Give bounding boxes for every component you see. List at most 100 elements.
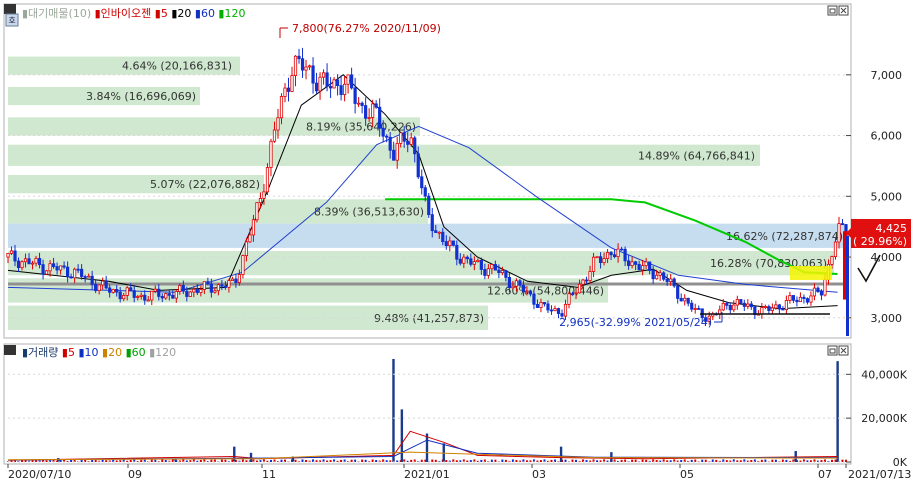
candle-body — [437, 231, 441, 234]
candle-body — [101, 280, 105, 286]
price-tick-label: 3,000 — [871, 312, 903, 325]
volume-bar — [326, 460, 329, 462]
candle-body — [199, 289, 203, 293]
candle-body — [767, 306, 771, 311]
candle-body — [272, 129, 277, 142]
volume-maximize-button[interactable] — [827, 345, 838, 356]
candle-body — [171, 294, 175, 299]
candle-body — [802, 296, 806, 299]
candle-body — [209, 283, 213, 293]
volume-bar — [655, 460, 658, 462]
candle-body — [409, 137, 413, 145]
candle-body — [80, 268, 84, 277]
maximize-button[interactable] — [827, 5, 838, 16]
candle-body — [399, 132, 403, 144]
date-tick-label: 03 — [532, 468, 546, 481]
current-price-change: ( 29.96%) — [853, 235, 907, 248]
candle-body — [423, 187, 427, 197]
candle-body — [679, 298, 683, 302]
candle-body — [202, 281, 206, 290]
candle-body — [840, 223, 845, 226]
candle-body — [518, 280, 522, 286]
candle-body — [549, 309, 554, 312]
volume-bar — [820, 460, 823, 462]
candle-body — [374, 103, 378, 108]
candle-body — [497, 269, 501, 274]
candle-body — [367, 117, 371, 119]
volume-bar — [35, 460, 38, 462]
candle-body — [262, 191, 266, 199]
candle-body — [237, 274, 242, 283]
volume-bar — [340, 459, 343, 462]
candle-body — [528, 290, 533, 295]
candle-body — [364, 105, 368, 119]
volume-bar — [704, 459, 707, 462]
price-legend-item: ▮인바이오젠 — [91, 7, 151, 20]
candle-body — [69, 276, 73, 279]
date-tick-label: 2021/07/13 — [848, 468, 911, 481]
volume-bar — [150, 459, 153, 462]
volume-bar — [280, 459, 283, 462]
candle-body — [307, 65, 312, 68]
candle-body — [441, 231, 445, 242]
candle-body — [574, 292, 578, 295]
volume-bar — [140, 459, 143, 462]
candle-body — [458, 258, 462, 264]
volume-bar — [164, 459, 167, 462]
volume-legend-item: ▮120 — [146, 346, 177, 359]
candle-body — [630, 261, 634, 266]
candle-body — [683, 297, 687, 302]
candle-body — [83, 276, 87, 278]
panel-menu-icon[interactable] — [4, 4, 16, 14]
candle-body — [293, 55, 298, 76]
volume-bar — [739, 460, 742, 462]
volume-bar — [515, 460, 518, 462]
candle-body — [493, 264, 497, 271]
date-tick-label: 11 — [262, 468, 276, 481]
candle-body — [146, 299, 150, 302]
supply-zone — [8, 223, 846, 248]
candle-body — [157, 288, 161, 297]
candle-body — [230, 278, 235, 282]
candle-body — [637, 264, 641, 271]
candle-body — [30, 262, 35, 265]
candle-body — [816, 287, 820, 292]
candle-body — [469, 258, 473, 265]
candle-body — [97, 284, 101, 291]
candle-body — [619, 248, 624, 251]
volume-bar — [115, 460, 118, 462]
volume-bar — [575, 459, 578, 462]
candle-body — [809, 295, 813, 303]
volume-bar — [785, 459, 788, 462]
candle-body — [686, 297, 690, 304]
price-tick-label: 4,000 — [871, 251, 903, 264]
candle-body — [251, 219, 256, 236]
volume-bar — [315, 460, 318, 462]
volume-tick-label: 40,000K — [861, 368, 907, 381]
candle-body — [697, 308, 701, 310]
candle-body — [749, 303, 753, 308]
candle-body — [343, 83, 347, 95]
volume-menu-icon[interactable] — [4, 345, 16, 355]
candle-body — [108, 287, 112, 293]
volume-bar — [431, 459, 434, 462]
candle-body — [27, 258, 31, 265]
candle-body — [451, 240, 455, 246]
candle-body — [591, 256, 596, 272]
volume-bar — [525, 460, 528, 462]
volume-legend-item: ▮거래량 — [22, 346, 58, 359]
candle-body — [693, 308, 697, 310]
chart-canvas: 4.64% (20,166,831)3.84% (16,696,069)8.19… — [0, 0, 914, 481]
candle-body — [641, 265, 645, 271]
candle-body — [332, 79, 336, 89]
candle-body — [479, 259, 483, 270]
candle-body — [286, 87, 291, 92]
candle-body — [87, 275, 91, 278]
volume-bar — [701, 459, 704, 462]
candle-body — [577, 283, 582, 294]
last-volume-marker — [846, 235, 849, 336]
volume-bar — [725, 460, 728, 462]
date-tick-label: 07 — [818, 468, 832, 481]
candle-body — [833, 241, 838, 258]
supply-zone-label: 12.60% (54,800,446) — [487, 284, 604, 297]
